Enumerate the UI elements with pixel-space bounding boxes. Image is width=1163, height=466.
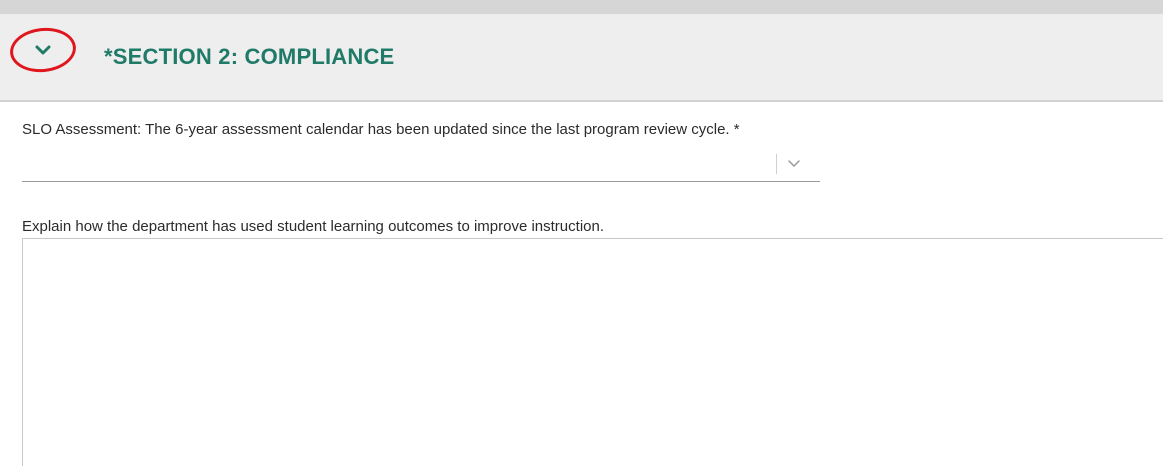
page-root: *SECTION 2: COMPLIANCE SLO Assessment: T… <box>0 0 1163 466</box>
slo-assessment-select[interactable] <box>22 150 820 182</box>
select-divider <box>776 154 777 174</box>
section-header: *SECTION 2: COMPLIANCE <box>0 0 1163 102</box>
question-label-slo-assessment: SLO Assessment: The 6-year assessment ca… <box>22 121 740 138</box>
chevron-down-icon[interactable] <box>786 156 802 170</box>
section-toggle-area <box>7 24 80 76</box>
section-collapse-toggle-button[interactable] <box>28 38 58 62</box>
section-title: *SECTION 2: COMPLIANCE <box>104 44 395 69</box>
question-label-slo-improvement: Explain how the department has used stud… <box>22 218 604 235</box>
chevron-down-icon <box>35 45 51 55</box>
slo-improvement-textarea[interactable] <box>22 238 1163 466</box>
